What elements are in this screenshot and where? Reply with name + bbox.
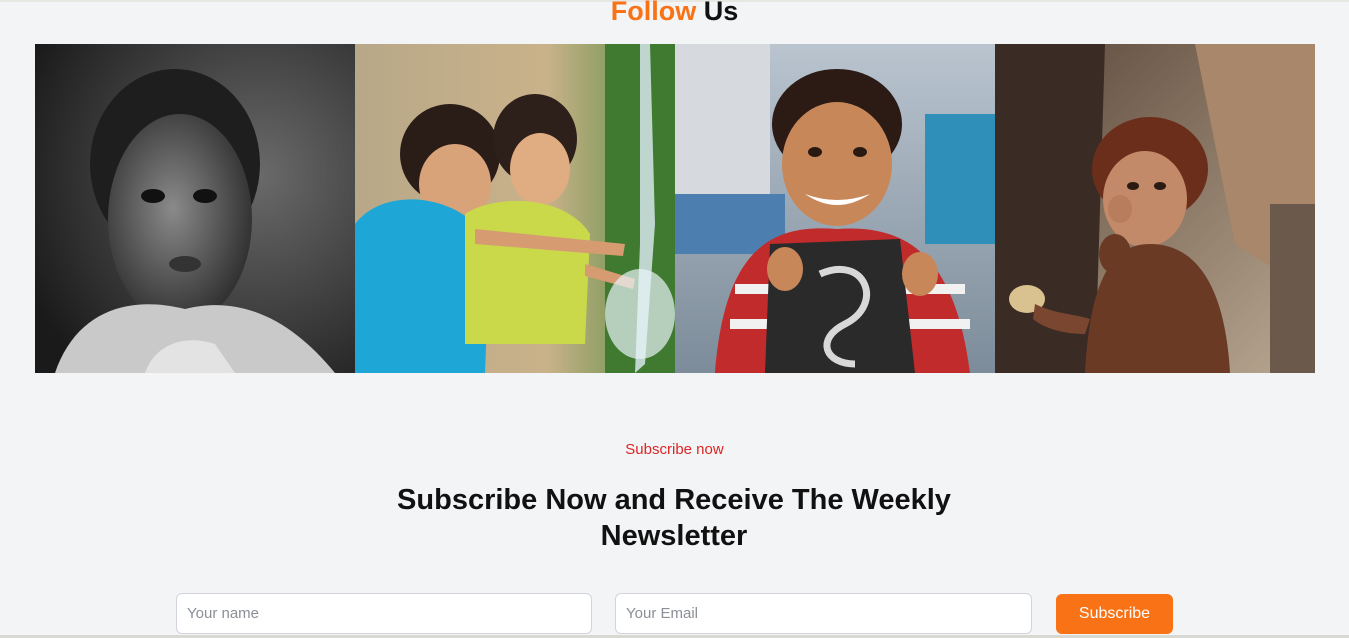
gallery-photo-toddler-bread[interactable]	[995, 44, 1315, 373]
photo-gallery	[35, 44, 1315, 373]
gallery-photo-boy-slate[interactable]	[675, 44, 995, 373]
boy-slate-image	[675, 44, 995, 373]
gallery-photo-children-water[interactable]	[355, 44, 675, 373]
subscribe-eyebrow: Subscribe now	[625, 441, 724, 458]
email-input[interactable]	[615, 593, 1032, 634]
follow-us-heading-rest: Us	[696, 0, 739, 26]
follow-us-heading-accent: Follow	[610, 0, 697, 26]
subscribe-button[interactable]: Subscribe	[1056, 594, 1173, 634]
gallery-photo-child-portrait[interactable]	[35, 44, 355, 373]
name-input[interactable]	[176, 593, 592, 634]
follow-us-heading: Follow Us	[0, 0, 1349, 28]
child-portrait-image	[35, 44, 355, 373]
newsletter-headline: Subscribe Now and Receive The Weekly New…	[397, 484, 951, 552]
children-water-image	[355, 44, 675, 373]
toddler-bread-image	[995, 44, 1315, 373]
